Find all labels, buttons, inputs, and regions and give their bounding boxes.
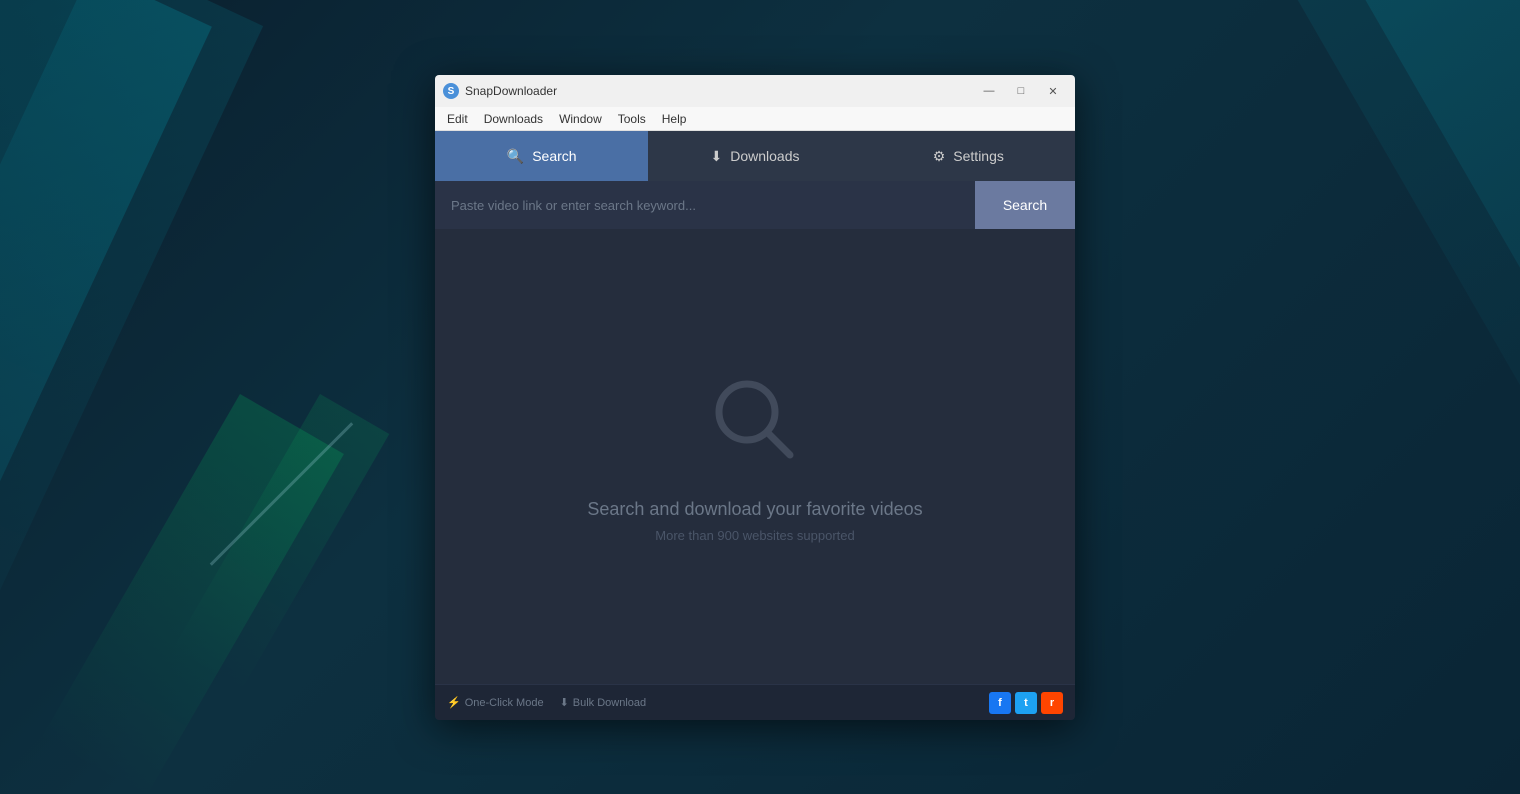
one-click-label: One-Click Mode: [465, 697, 544, 709]
bulk-download-label: Bulk Download: [573, 697, 646, 709]
search-illustration: [705, 370, 805, 475]
bg-stripe-4: [1240, 0, 1520, 679]
close-button[interactable]: ✕: [1039, 81, 1067, 101]
search-button[interactable]: Search: [975, 181, 1075, 229]
one-click-mode[interactable]: ⚡ One-Click Mode: [447, 696, 544, 709]
search-tab-label: Search: [532, 148, 576, 164]
bulk-download[interactable]: ⬇ Bulk Download: [560, 696, 647, 709]
tab-search[interactable]: 🔍 Search: [435, 131, 648, 181]
menu-edit[interactable]: Edit: [439, 110, 476, 128]
footer: ⚡ One-Click Mode ⬇ Bulk Download f t r: [435, 684, 1075, 720]
tab-settings[interactable]: ⚙ Settings: [862, 131, 1075, 181]
menu-tools[interactable]: Tools: [610, 110, 654, 128]
window-controls: — □ ✕: [975, 81, 1067, 101]
tabbar: 🔍 Search ⬇ Downloads ⚙ Settings: [435, 131, 1075, 181]
menu-downloads[interactable]: Downloads: [476, 110, 551, 128]
menu-help[interactable]: Help: [654, 110, 695, 128]
search-input[interactable]: [435, 181, 975, 229]
main-subtitle: More than 900 websites supported: [655, 528, 854, 543]
maximize-button[interactable]: □: [1007, 81, 1035, 101]
bulk-download-icon: ⬇: [560, 696, 569, 709]
menu-window[interactable]: Window: [551, 110, 610, 128]
settings-tab-icon: ⚙: [933, 148, 946, 165]
settings-tab-label: Settings: [953, 148, 1004, 164]
search-area: Search: [435, 181, 1075, 229]
one-click-icon: ⚡: [447, 696, 461, 709]
main-content: Search and download your favorite videos…: [435, 229, 1075, 684]
downloads-tab-label: Downloads: [730, 148, 799, 164]
titlebar: S SnapDownloader — □ ✕: [435, 75, 1075, 107]
footer-left: ⚡ One-Click Mode ⬇ Bulk Download: [447, 696, 989, 709]
footer-right: f t r: [989, 692, 1063, 714]
twitter-button[interactable]: t: [1015, 692, 1037, 714]
main-title: Search and download your favorite videos: [587, 499, 922, 520]
facebook-button[interactable]: f: [989, 692, 1011, 714]
downloads-tab-icon: ⬇: [710, 148, 722, 165]
minimize-button[interactable]: —: [975, 81, 1003, 101]
reddit-button[interactable]: r: [1041, 692, 1063, 714]
search-tab-icon: 🔍: [507, 148, 524, 165]
tab-downloads[interactable]: ⬇ Downloads: [648, 131, 861, 181]
app-logo: S: [443, 83, 459, 99]
menubar: Edit Downloads Window Tools Help: [435, 107, 1075, 131]
app-window: S SnapDownloader — □ ✕ Edit Downloads Wi…: [435, 75, 1075, 720]
app-title: SnapDownloader: [465, 84, 975, 98]
